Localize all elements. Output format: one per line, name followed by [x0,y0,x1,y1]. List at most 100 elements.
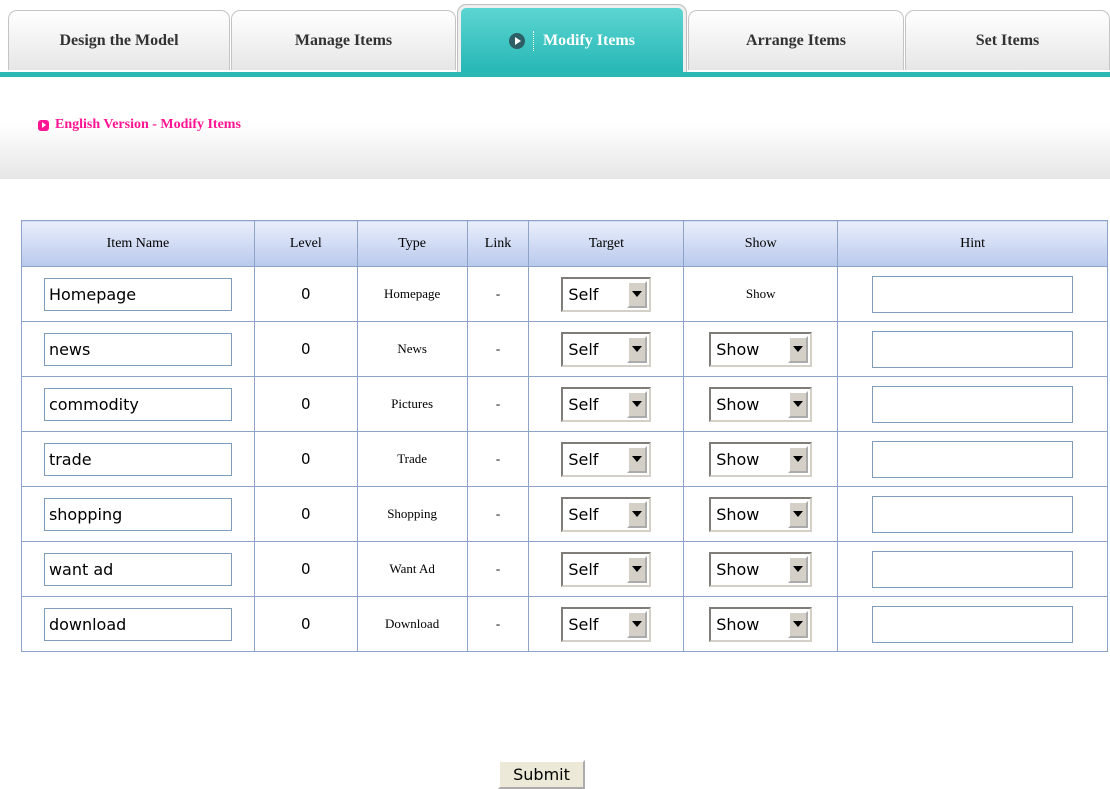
show-select[interactable]: Show [709,551,813,587]
chevron-down-icon[interactable] [627,555,648,583]
hint-input[interactable] [872,330,1074,368]
target-cell: Self [528,376,685,432]
link-cell: - [466,541,530,597]
header-show: Show [683,220,839,267]
item-name-cell [21,596,255,652]
table-row: 0 Pictures - Self Show [21,376,1108,432]
target-select[interactable]: Self [561,386,652,422]
header-item-name: Item Name [21,220,255,267]
hint-input[interactable] [872,275,1074,313]
chevron-down-icon[interactable] [788,555,809,583]
tab-label: Manage Items [294,31,393,49]
tab-label: Set Items [975,31,1040,49]
target-select-value: Self [568,614,599,634]
tab-arrange-items[interactable]: Arrange Items [688,10,904,70]
chevron-down-icon[interactable] [788,335,809,363]
type-cell: Download [356,596,468,652]
type-cell: Shopping [356,486,468,542]
item-name-input[interactable] [43,552,232,586]
hint-cell [837,596,1108,652]
chevron-down-icon[interactable] [788,610,809,638]
item-name-input[interactable] [43,497,232,531]
chevron-down-icon[interactable] [627,280,648,308]
submit-button[interactable]: Submit [498,760,585,789]
show-cell: Show [683,596,839,652]
chevron-down-icon[interactable] [788,390,809,418]
chevron-down-icon[interactable] [627,390,648,418]
target-select[interactable]: Self [561,551,652,587]
target-select-value: Self [568,284,599,304]
target-cell: Self [528,596,685,652]
show-cell: Show [683,266,839,322]
type-cell: News [356,321,468,377]
target-cell: Self [528,266,685,322]
type-cell: Trade [356,431,468,487]
show-cell: Show [683,376,839,432]
target-cell: Self [528,321,685,377]
target-select[interactable]: Self [561,606,652,642]
item-name-cell [21,541,255,597]
table-row: 0 Homepage - Self Show [21,266,1108,322]
target-select-value: Self [568,449,599,469]
hint-cell [837,486,1108,542]
tab-set-items[interactable]: Set Items [905,10,1110,70]
chevron-down-icon[interactable] [627,445,648,473]
tab-label: Design the Model [59,31,179,49]
chevron-down-icon[interactable] [627,610,648,638]
chevron-down-icon[interactable] [788,500,809,528]
target-select-value: Self [568,559,599,579]
table-header-row: Item Name Level Type Link Target Show Hi… [21,220,1108,267]
show-select-value: Show [716,504,760,524]
item-name-cell [21,266,255,322]
target-select[interactable]: Self [561,441,652,477]
show-select-value: Show [716,339,760,359]
item-name-cell [21,321,255,377]
level-cell: 0 [253,431,358,487]
hint-cell [837,376,1108,432]
item-name-input[interactable] [43,387,232,421]
header-level: Level [253,220,358,267]
link-cell: - [466,596,530,652]
tab-modify-items[interactable]: Modify Items [457,4,687,77]
header-hint: Hint [837,220,1108,267]
hint-cell [837,321,1108,377]
target-select[interactable]: Self [561,496,652,532]
tab-manage-items[interactable]: Manage Items [231,10,456,70]
show-select[interactable]: Show [709,496,813,532]
hint-input[interactable] [872,495,1074,533]
section-title-text: English Version - Modify Items [55,117,241,132]
hint-input[interactable] [872,385,1074,423]
table-row: 0 Shopping - Self Show [21,486,1108,542]
chevron-down-icon[interactable] [627,335,648,363]
show-cell: Show [683,321,839,377]
items-table: Item Name Level Type Link Target Show Hi… [21,220,1108,652]
type-cell: Homepage [356,266,468,322]
link-cell: - [466,266,530,322]
item-name-input[interactable] [43,442,232,476]
level-cell: 0 [253,266,358,322]
tab-label: Arrange Items [746,31,846,49]
hint-input[interactable] [872,550,1074,588]
show-select[interactable]: Show [709,331,813,367]
show-select[interactable]: Show [709,386,813,422]
target-select[interactable]: Self [561,276,652,312]
target-select[interactable]: Self [561,331,652,367]
header-link: Link [466,220,530,267]
show-select[interactable]: Show [709,441,813,477]
section-title: English Version - Modify Items [38,117,241,133]
play-circle-icon [509,32,525,49]
table-row: 0 Download - Self Show [21,596,1108,652]
show-select[interactable]: Show [709,606,813,642]
chevron-down-icon[interactable] [788,445,809,473]
tab-design-the-model[interactable]: Design the Model [8,10,230,70]
target-select-value: Self [568,504,599,524]
hint-input[interactable] [872,440,1074,478]
item-name-input[interactable] [43,332,232,366]
item-name-cell [21,376,255,432]
hint-input[interactable] [872,605,1074,643]
item-name-input[interactable] [43,277,232,311]
level-cell: 0 [253,321,358,377]
chevron-down-icon[interactable] [627,500,648,528]
item-name-input[interactable] [43,607,232,641]
type-cell: Want Ad [356,541,468,597]
